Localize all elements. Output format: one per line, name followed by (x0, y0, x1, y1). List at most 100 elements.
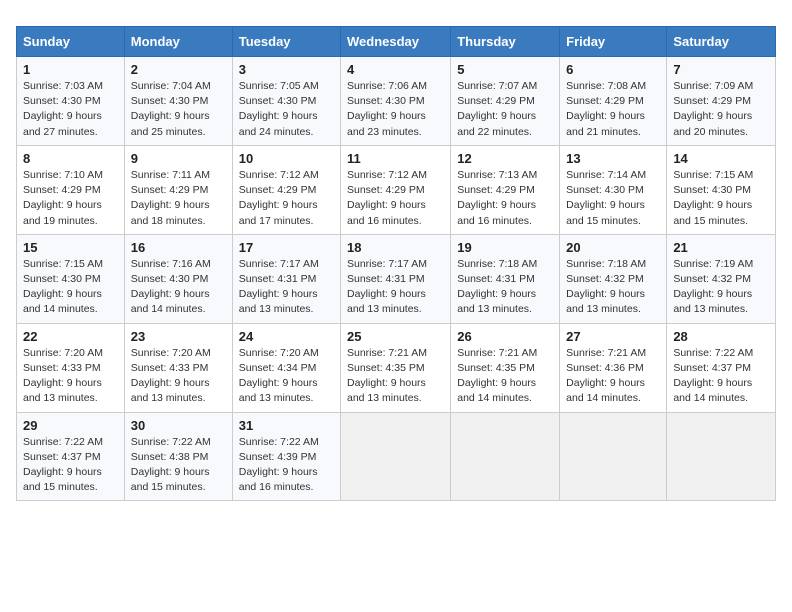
day-number: 14 (673, 151, 769, 166)
calendar-cell: 14 Sunrise: 7:15 AMSunset: 4:30 PMDaylig… (667, 145, 776, 234)
day-number: 20 (566, 240, 660, 255)
calendar-cell: 10 Sunrise: 7:12 AMSunset: 4:29 PMDaylig… (232, 145, 340, 234)
calendar-week-row: 1 Sunrise: 7:03 AMSunset: 4:30 PMDayligh… (17, 57, 776, 146)
calendar-cell: 28 Sunrise: 7:22 AMSunset: 4:37 PMDaylig… (667, 323, 776, 412)
calendar-cell: 8 Sunrise: 7:10 AMSunset: 4:29 PMDayligh… (17, 145, 125, 234)
day-info: Sunrise: 7:21 AMSunset: 4:36 PMDaylight:… (566, 347, 646, 405)
calendar-cell: 5 Sunrise: 7:07 AMSunset: 4:29 PMDayligh… (451, 57, 560, 146)
calendar-cell: 31 Sunrise: 7:22 AMSunset: 4:39 PMDaylig… (232, 412, 340, 501)
calendar-cell: 11 Sunrise: 7:12 AMSunset: 4:29 PMDaylig… (341, 145, 451, 234)
calendar-header-row: SundayMondayTuesdayWednesdayThursdayFrid… (17, 27, 776, 57)
col-header-friday: Friday (560, 27, 667, 57)
day-number: 23 (131, 329, 226, 344)
day-number: 16 (131, 240, 226, 255)
calendar-week-row: 29 Sunrise: 7:22 AMSunset: 4:37 PMDaylig… (17, 412, 776, 501)
day-info: Sunrise: 7:09 AMSunset: 4:29 PMDaylight:… (673, 80, 753, 138)
day-info: Sunrise: 7:13 AMSunset: 4:29 PMDaylight:… (457, 169, 537, 227)
day-number: 18 (347, 240, 444, 255)
day-info: Sunrise: 7:16 AMSunset: 4:30 PMDaylight:… (131, 258, 211, 316)
day-info: Sunrise: 7:10 AMSunset: 4:29 PMDaylight:… (23, 169, 103, 227)
day-info: Sunrise: 7:06 AMSunset: 4:30 PMDaylight:… (347, 80, 427, 138)
calendar-cell: 29 Sunrise: 7:22 AMSunset: 4:37 PMDaylig… (17, 412, 125, 501)
day-info: Sunrise: 7:04 AMSunset: 4:30 PMDaylight:… (131, 80, 211, 138)
col-header-monday: Monday (124, 27, 232, 57)
calendar-cell: 30 Sunrise: 7:22 AMSunset: 4:38 PMDaylig… (124, 412, 232, 501)
day-number: 22 (23, 329, 118, 344)
day-info: Sunrise: 7:07 AMSunset: 4:29 PMDaylight:… (457, 80, 537, 138)
calendar-week-row: 8 Sunrise: 7:10 AMSunset: 4:29 PMDayligh… (17, 145, 776, 234)
day-info: Sunrise: 7:21 AMSunset: 4:35 PMDaylight:… (457, 347, 537, 405)
col-header-wednesday: Wednesday (341, 27, 451, 57)
day-number: 1 (23, 62, 118, 77)
calendar-cell (451, 412, 560, 501)
day-info: Sunrise: 7:22 AMSunset: 4:38 PMDaylight:… (131, 436, 211, 494)
calendar-cell: 26 Sunrise: 7:21 AMSunset: 4:35 PMDaylig… (451, 323, 560, 412)
day-number: 27 (566, 329, 660, 344)
calendar-cell: 2 Sunrise: 7:04 AMSunset: 4:30 PMDayligh… (124, 57, 232, 146)
day-number: 12 (457, 151, 553, 166)
calendar-cell: 20 Sunrise: 7:18 AMSunset: 4:32 PMDaylig… (560, 234, 667, 323)
col-header-sunday: Sunday (17, 27, 125, 57)
day-info: Sunrise: 7:15 AMSunset: 4:30 PMDaylight:… (23, 258, 103, 316)
calendar-cell: 6 Sunrise: 7:08 AMSunset: 4:29 PMDayligh… (560, 57, 667, 146)
calendar-week-row: 15 Sunrise: 7:15 AMSunset: 4:30 PMDaylig… (17, 234, 776, 323)
day-info: Sunrise: 7:11 AMSunset: 4:29 PMDaylight:… (131, 169, 210, 227)
day-number: 21 (673, 240, 769, 255)
day-number: 26 (457, 329, 553, 344)
calendar-cell: 9 Sunrise: 7:11 AMSunset: 4:29 PMDayligh… (124, 145, 232, 234)
day-info: Sunrise: 7:12 AMSunset: 4:29 PMDaylight:… (239, 169, 319, 227)
calendar-table: SundayMondayTuesdayWednesdayThursdayFrid… (16, 26, 776, 501)
col-header-saturday: Saturday (667, 27, 776, 57)
day-number: 28 (673, 329, 769, 344)
calendar-cell (667, 412, 776, 501)
calendar-cell: 18 Sunrise: 7:17 AMSunset: 4:31 PMDaylig… (341, 234, 451, 323)
day-number: 10 (239, 151, 334, 166)
calendar-cell: 27 Sunrise: 7:21 AMSunset: 4:36 PMDaylig… (560, 323, 667, 412)
calendar-cell: 25 Sunrise: 7:21 AMSunset: 4:35 PMDaylig… (341, 323, 451, 412)
day-number: 2 (131, 62, 226, 77)
calendar-cell: 17 Sunrise: 7:17 AMSunset: 4:31 PMDaylig… (232, 234, 340, 323)
day-info: Sunrise: 7:20 AMSunset: 4:33 PMDaylight:… (131, 347, 211, 405)
day-info: Sunrise: 7:19 AMSunset: 4:32 PMDaylight:… (673, 258, 753, 316)
calendar-cell: 13 Sunrise: 7:14 AMSunset: 4:30 PMDaylig… (560, 145, 667, 234)
day-number: 19 (457, 240, 553, 255)
day-info: Sunrise: 7:22 AMSunset: 4:37 PMDaylight:… (23, 436, 103, 494)
day-number: 25 (347, 329, 444, 344)
day-info: Sunrise: 7:14 AMSunset: 4:30 PMDaylight:… (566, 169, 646, 227)
day-number: 8 (23, 151, 118, 166)
day-number: 4 (347, 62, 444, 77)
day-info: Sunrise: 7:20 AMSunset: 4:34 PMDaylight:… (239, 347, 319, 405)
calendar-cell: 4 Sunrise: 7:06 AMSunset: 4:30 PMDayligh… (341, 57, 451, 146)
calendar-cell: 23 Sunrise: 7:20 AMSunset: 4:33 PMDaylig… (124, 323, 232, 412)
calendar-cell: 16 Sunrise: 7:16 AMSunset: 4:30 PMDaylig… (124, 234, 232, 323)
day-info: Sunrise: 7:18 AMSunset: 4:32 PMDaylight:… (566, 258, 646, 316)
calendar-cell: 3 Sunrise: 7:05 AMSunset: 4:30 PMDayligh… (232, 57, 340, 146)
calendar-cell: 24 Sunrise: 7:20 AMSunset: 4:34 PMDaylig… (232, 323, 340, 412)
calendar-cell: 15 Sunrise: 7:15 AMSunset: 4:30 PMDaylig… (17, 234, 125, 323)
day-number: 15 (23, 240, 118, 255)
day-number: 9 (131, 151, 226, 166)
day-number: 29 (23, 418, 118, 433)
day-number: 24 (239, 329, 334, 344)
day-info: Sunrise: 7:17 AMSunset: 4:31 PMDaylight:… (347, 258, 427, 316)
calendar-cell: 1 Sunrise: 7:03 AMSunset: 4:30 PMDayligh… (17, 57, 125, 146)
calendar-cell: 12 Sunrise: 7:13 AMSunset: 4:29 PMDaylig… (451, 145, 560, 234)
calendar-cell: 19 Sunrise: 7:18 AMSunset: 4:31 PMDaylig… (451, 234, 560, 323)
day-info: Sunrise: 7:22 AMSunset: 4:39 PMDaylight:… (239, 436, 319, 494)
day-number: 3 (239, 62, 334, 77)
day-info: Sunrise: 7:21 AMSunset: 4:35 PMDaylight:… (347, 347, 427, 405)
day-number: 7 (673, 62, 769, 77)
day-info: Sunrise: 7:22 AMSunset: 4:37 PMDaylight:… (673, 347, 753, 405)
day-info: Sunrise: 7:05 AMSunset: 4:30 PMDaylight:… (239, 80, 319, 138)
col-header-thursday: Thursday (451, 27, 560, 57)
calendar-cell: 7 Sunrise: 7:09 AMSunset: 4:29 PMDayligh… (667, 57, 776, 146)
day-info: Sunrise: 7:18 AMSunset: 4:31 PMDaylight:… (457, 258, 537, 316)
day-number: 31 (239, 418, 334, 433)
day-info: Sunrise: 7:20 AMSunset: 4:33 PMDaylight:… (23, 347, 103, 405)
calendar-cell: 22 Sunrise: 7:20 AMSunset: 4:33 PMDaylig… (17, 323, 125, 412)
day-number: 30 (131, 418, 226, 433)
day-number: 6 (566, 62, 660, 77)
day-number: 11 (347, 151, 444, 166)
calendar-cell: 21 Sunrise: 7:19 AMSunset: 4:32 PMDaylig… (667, 234, 776, 323)
day-info: Sunrise: 7:17 AMSunset: 4:31 PMDaylight:… (239, 258, 319, 316)
